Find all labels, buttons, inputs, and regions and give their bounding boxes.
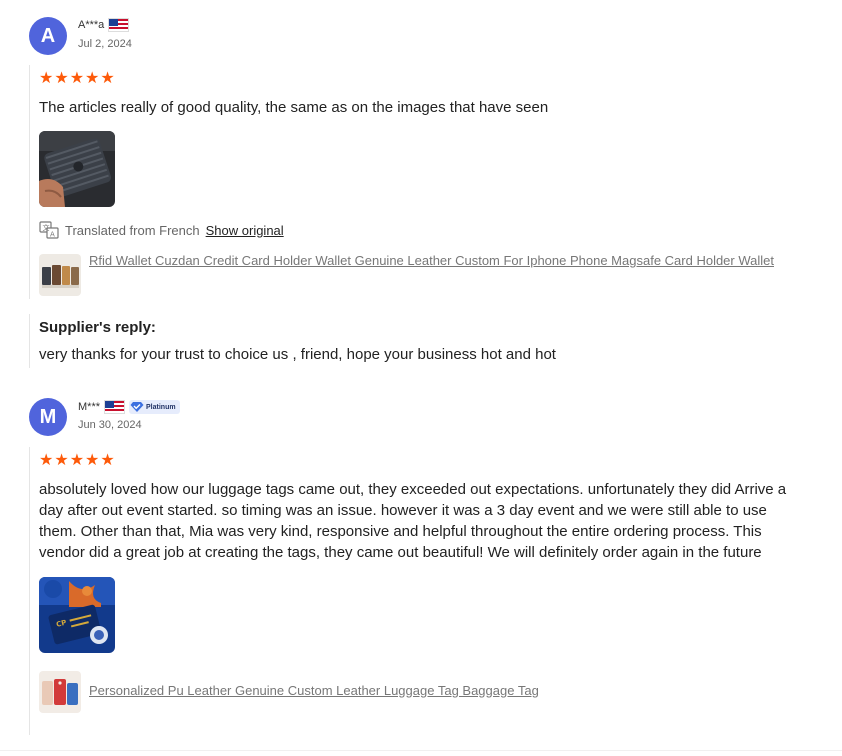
- review-photo[interactable]: [39, 131, 115, 207]
- review-text: The articles really of good quality, the…: [39, 99, 549, 116]
- star-icon: ★: [69, 450, 85, 469]
- avatar: M: [29, 398, 67, 436]
- star-icon: ★: [54, 68, 69, 87]
- star-icon: ★: [85, 450, 100, 469]
- us-flag-icon: [104, 400, 126, 414]
- review-body: ★ ★ ★ ★ ★ absolutely loved how our lugga…: [29, 447, 809, 735]
- product-link-row[interactable]: Personalized Pu Leather Genuine Custom L…: [39, 671, 809, 713]
- svg-text:A: A: [50, 231, 55, 239]
- product-title-link[interactable]: Personalized Pu Leather Genuine Custom L…: [89, 681, 539, 701]
- reviewer-name: A***a: [78, 19, 105, 31]
- luggage-tag-thumbnail-image: [39, 671, 81, 713]
- star-rating: ★ ★ ★ ★ ★: [39, 70, 809, 86]
- product-thumbnail[interactable]: [39, 254, 81, 296]
- us-flag-icon: [108, 18, 130, 32]
- reviewer-info: M*** Platinum: [78, 400, 180, 414]
- review-date: Jul 2, 2024: [78, 38, 132, 50]
- supplier-reply-text: very thanks for your trust to choice us …: [39, 346, 556, 363]
- reviewer-info: A***a: [78, 18, 130, 32]
- product-thumbnail[interactable]: [39, 671, 81, 713]
- product-link-row[interactable]: Rfid Wallet Cuzdan Credit Card Holder Wa…: [39, 251, 809, 296]
- platinum-badge: Platinum: [129, 400, 180, 414]
- translated-label: Translated from French: [65, 222, 200, 238]
- luggage-tag-photo-image: CP: [39, 577, 115, 653]
- translation-note: 文 A Translated from French Show original: [39, 221, 809, 239]
- review-date: Jun 30, 2024: [78, 419, 142, 431]
- star-icon: ★: [100, 450, 115, 469]
- star-icon: ★: [100, 68, 115, 87]
- show-original-link[interactable]: Show original: [206, 223, 284, 238]
- star-icon: ★: [39, 450, 54, 469]
- star-icon: ★: [39, 68, 54, 87]
- star-rating: ★ ★ ★ ★ ★: [39, 452, 809, 468]
- diamond-badge-icon: [130, 402, 144, 412]
- wallet-photo-image: [39, 131, 115, 207]
- star-icon: ★: [54, 450, 69, 469]
- avatar: A: [29, 17, 67, 55]
- svg-text:文: 文: [43, 223, 50, 232]
- wallet-thumbnail-image: [39, 254, 81, 296]
- product-title-link[interactable]: Rfid Wallet Cuzdan Credit Card Holder Wa…: [89, 251, 789, 271]
- badge-label: Platinum: [146, 403, 176, 411]
- star-icon: ★: [69, 68, 85, 87]
- translate-icon: 文 A: [39, 221, 59, 239]
- bottom-divider: [0, 750, 842, 751]
- avatar-initial: M: [39, 405, 57, 428]
- supplier-reply: Supplier's reply: very thanks for your t…: [29, 314, 809, 368]
- review-photo[interactable]: CP: [39, 577, 115, 653]
- review-body: ★ ★ ★ ★ ★ The articles really of good qu…: [29, 65, 809, 299]
- supplier-reply-title: Supplier's reply:: [39, 319, 156, 336]
- review-text: absolutely loved how our luggage tags ca…: [39, 481, 787, 561]
- reviewer-name: M***: [78, 401, 101, 413]
- avatar-initial: A: [40, 24, 56, 47]
- star-icon: ★: [85, 68, 100, 87]
